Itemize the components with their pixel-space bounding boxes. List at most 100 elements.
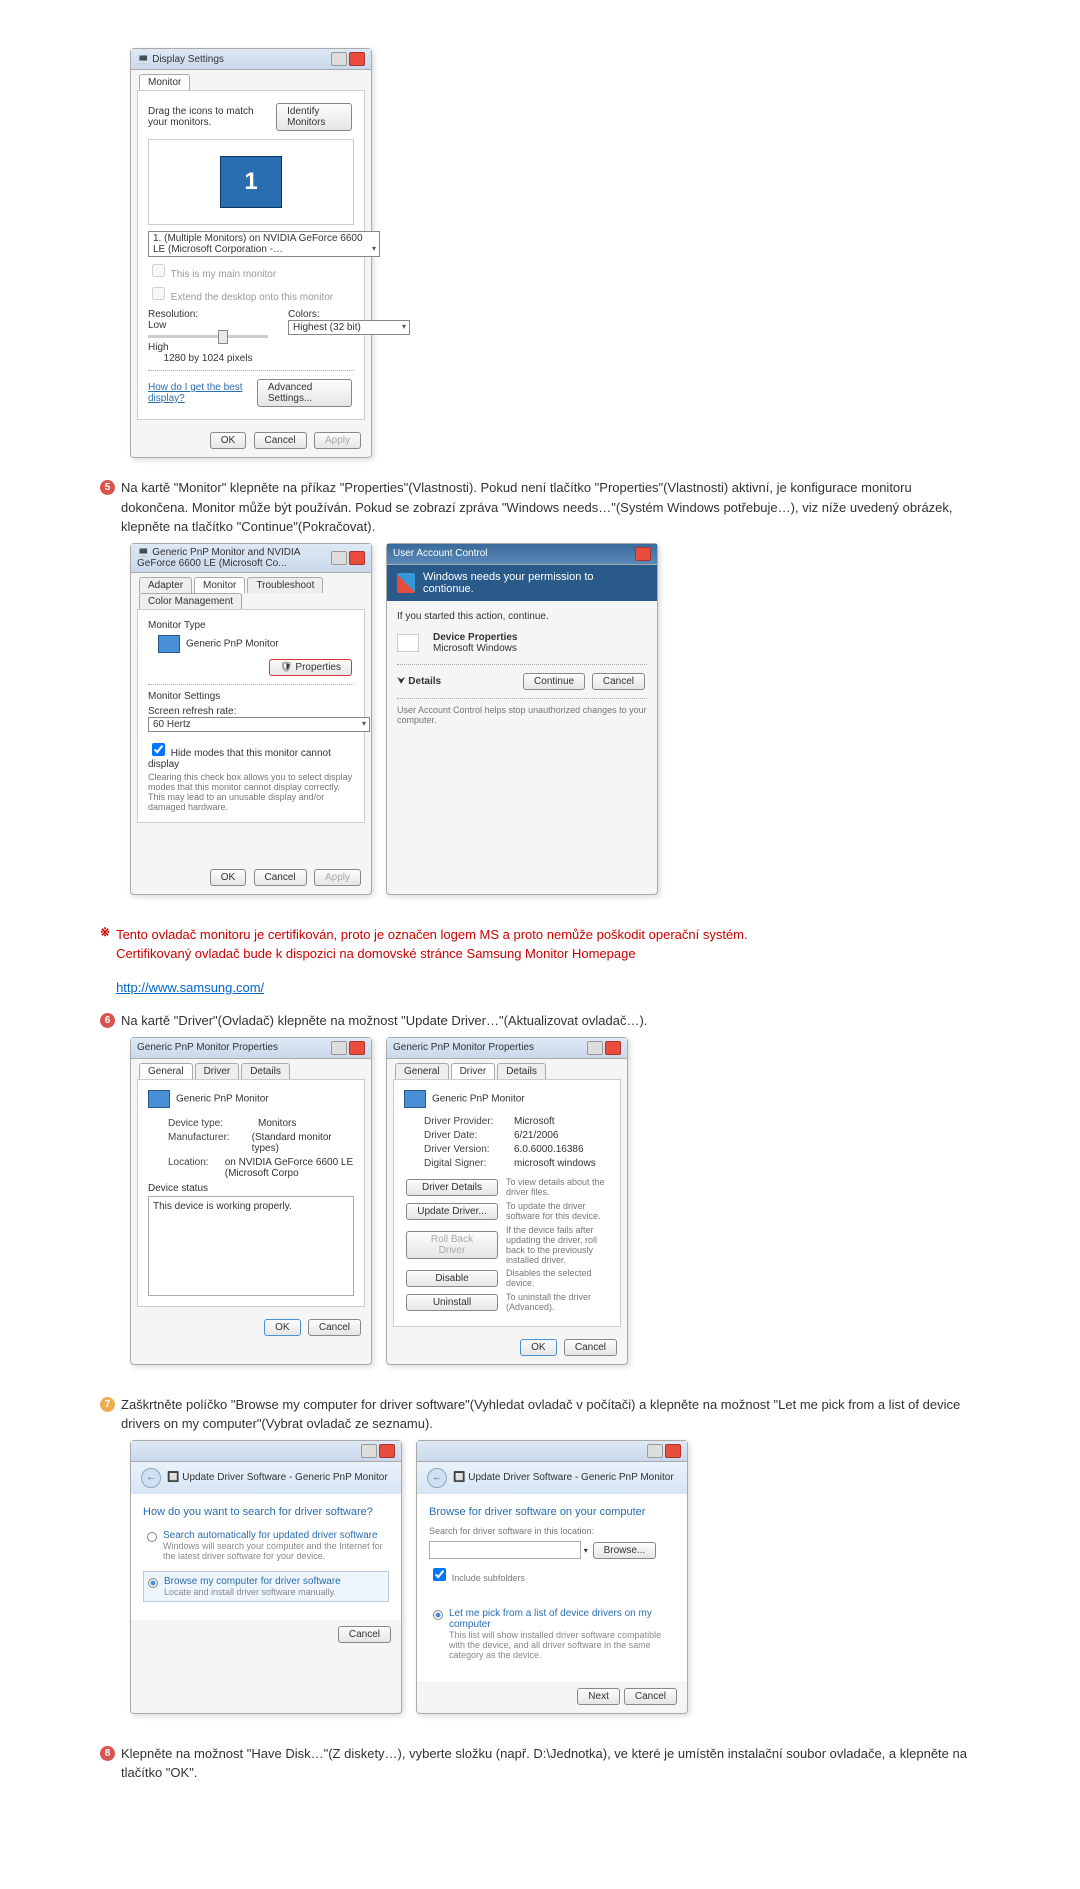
cancel-button[interactable]: Cancel	[308, 1319, 361, 1336]
close-icon[interactable]	[349, 551, 365, 565]
next-button[interactable]: Next	[577, 1688, 620, 1705]
cancel-button[interactable]: Cancel	[338, 1626, 391, 1643]
option-pick-from-list[interactable]: Let me pick from a list of device driver…	[429, 1604, 675, 1664]
disable-button[interactable]: Disable	[406, 1270, 498, 1287]
monitor-icon	[148, 1090, 170, 1108]
ok-button[interactable]: OK	[264, 1319, 300, 1336]
date-label: Driver Date:	[424, 1130, 514, 1141]
properties-button[interactable]: 🛡 Properties	[269, 659, 352, 676]
close-icon[interactable]	[635, 547, 651, 561]
note-line1: Tento ovladač monitoru je certifikován, …	[116, 925, 980, 945]
tab-color-mgmt[interactable]: Color Management	[139, 593, 242, 609]
wizard-heading: Browse for driver software on your compu…	[429, 1506, 675, 1518]
monitor-select[interactable]: 1. (Multiple Monitors) on NVIDIA GeForce…	[148, 231, 380, 257]
res-low-label: Low	[148, 320, 166, 331]
tab-monitor[interactable]: Monitor	[194, 577, 245, 593]
ok-button[interactable]: OK	[520, 1339, 556, 1356]
main-monitor-label: This is my main monitor	[171, 269, 277, 280]
uac-heading: Windows needs your permission to contion…	[423, 571, 647, 595]
resolution-label: Resolution:	[148, 309, 268, 320]
tab-details[interactable]: Details	[241, 1063, 290, 1079]
samsung-link[interactable]: http://www.samsung.com/	[116, 978, 980, 998]
titlebar: User Account Control	[387, 544, 657, 565]
uninstall-button[interactable]: Uninstall	[406, 1294, 498, 1311]
minimize-icon[interactable]	[331, 551, 347, 565]
hide-modes-checkbox[interactable]	[152, 743, 165, 756]
resolution-slider[interactable]	[148, 335, 268, 338]
minimize-icon[interactable]	[331, 52, 347, 66]
search-location-label: Search for driver software in this locat…	[429, 1526, 675, 1536]
cancel-button[interactable]: Cancel	[254, 869, 307, 886]
advanced-settings-button[interactable]: Advanced Settings...	[257, 379, 352, 407]
note-mark: ※	[100, 925, 110, 939]
driver-details-button[interactable]: Driver Details	[406, 1179, 498, 1196]
extend-desktop-label: Extend the desktop onto this monitor	[171, 292, 333, 303]
back-icon[interactable]: ←	[141, 1468, 161, 1488]
continue-button[interactable]: Continue	[523, 673, 585, 690]
minimize-icon[interactable]	[331, 1041, 347, 1055]
window-title: Generic PnP Monitor Properties	[393, 1042, 534, 1053]
window-title: 💻 Display Settings	[137, 54, 224, 65]
cancel-button[interactable]: Cancel	[592, 673, 645, 690]
close-icon[interactable]	[605, 1041, 621, 1055]
device-status-box: This device is working properly.	[148, 1196, 354, 1296]
properties-driver-dialog: Generic PnP Monitor Properties GeneralDr…	[386, 1037, 628, 1365]
update-driver-button[interactable]: Update Driver...	[406, 1203, 498, 1220]
close-icon[interactable]	[379, 1444, 395, 1458]
titlebar: 💻 Display Settings	[131, 49, 371, 70]
step-8-text: Klepněte na možnost "Have Disk…"(Z diske…	[121, 1744, 980, 1783]
close-icon[interactable]	[665, 1444, 681, 1458]
option-browse-label: Browse my computer for driver software	[164, 1576, 341, 1587]
tab-troubleshoot[interactable]: Troubleshoot	[247, 577, 323, 593]
refresh-rate-select[interactable]: 60 Hertz	[148, 717, 370, 732]
tab-general[interactable]: General	[139, 1063, 193, 1079]
close-icon[interactable]	[349, 1041, 365, 1055]
include-subfolders-checkbox[interactable]	[433, 1568, 446, 1581]
date-value: 6/21/2006	[514, 1130, 559, 1141]
manufacturer-label: Manufacturer:	[168, 1132, 252, 1154]
option-browse-computer[interactable]: Browse my computer for driver softwareLo…	[143, 1571, 389, 1602]
window-title: User Account Control	[393, 548, 488, 559]
uac-continue-text: If you started this action, continue.	[397, 611, 647, 622]
tab-adapter[interactable]: Adapter	[139, 577, 192, 593]
monitor-type-label: Monitor Type	[148, 620, 354, 631]
browse-button[interactable]: Browse...	[593, 1542, 657, 1559]
close-icon[interactable]	[349, 52, 365, 66]
minimize-icon[interactable]	[361, 1444, 377, 1458]
option-search-auto[interactable]: Search automatically for updated driver …	[143, 1526, 389, 1565]
hide-modes-label: Hide modes that this monitor cannot disp…	[148, 748, 331, 770]
cancel-button[interactable]: Cancel	[564, 1339, 617, 1356]
location-input[interactable]	[429, 1541, 581, 1559]
driver-details-desc: To view details about the driver files.	[506, 1177, 610, 1197]
extend-desktop-checkbox	[152, 287, 165, 300]
program-icon	[397, 634, 419, 652]
back-icon[interactable]: ←	[427, 1468, 447, 1488]
update-wizard-search-dialog: ←🔲 Update Driver Software - Generic PnP …	[130, 1440, 402, 1714]
tab-details[interactable]: Details	[497, 1063, 546, 1079]
uac-publisher: Microsoft Windows	[433, 643, 518, 654]
signer-label: Digital Signer:	[424, 1158, 514, 1169]
minimize-icon[interactable]	[587, 1041, 603, 1055]
drag-instruction: Drag the icons to match your monitors.	[148, 106, 274, 128]
help-link[interactable]: How do I get the best display?	[148, 382, 255, 404]
refresh-rate-label: Screen refresh rate:	[148, 706, 354, 717]
step-5-text: Na kartě "Monitor" klepněte na příkaz "P…	[121, 478, 980, 537]
ok-button[interactable]: OK	[210, 869, 246, 886]
cancel-button[interactable]: Cancel	[624, 1688, 677, 1705]
colors-select[interactable]: Highest (32 bit)	[288, 320, 410, 335]
disable-desc: Disables the selected device.	[506, 1268, 610, 1288]
titlebar: Generic PnP Monitor Properties	[131, 1038, 371, 1059]
include-subfolders-label: Include subfolders	[452, 1573, 525, 1583]
apply-button: Apply	[314, 869, 361, 886]
monitor-preview[interactable]: 1	[220, 156, 282, 208]
ok-button[interactable]: OK	[210, 432, 246, 449]
apply-button: Apply	[314, 432, 361, 449]
tab-monitor[interactable]: Monitor	[139, 74, 190, 90]
tab-driver[interactable]: Driver	[451, 1063, 496, 1079]
tab-driver[interactable]: Driver	[195, 1063, 240, 1079]
details-expander[interactable]: ⮟ Details	[397, 676, 441, 687]
tab-general[interactable]: General	[395, 1063, 449, 1079]
identify-monitors-button[interactable]: Identify Monitors	[276, 103, 352, 131]
minimize-icon[interactable]	[647, 1444, 663, 1458]
cancel-button[interactable]: Cancel	[254, 432, 307, 449]
